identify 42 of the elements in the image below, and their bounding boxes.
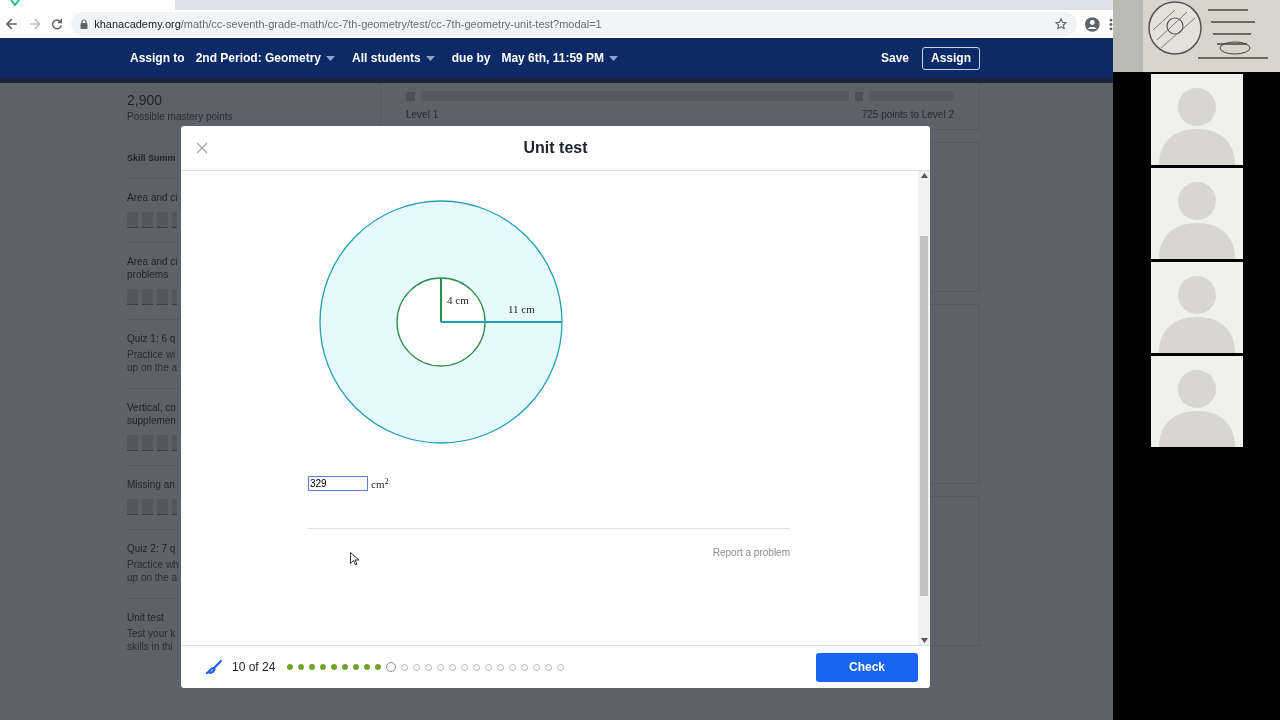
answer-field[interactable]: 329 — [308, 476, 368, 491]
url-text: khanacademy.org/math/cc-seventh-grade-math/cc-7th-geometry/test/cc-7th-geometry-unit-test?modal=1 — [94, 16, 602, 32]
save-button[interactable]: Save — [880, 49, 909, 67]
assign-label: due by — [451, 50, 491, 67]
pencil-icon — [205, 659, 223, 675]
quiz-title: Unit test — [127, 610, 165, 624]
answer-unit: cm$^{2}$ — [371, 476, 389, 492]
assign-dropdown[interactable]: 2nd Period: Geometry — [195, 49, 336, 67]
scroll-up-icon[interactable] — [920, 173, 928, 178]
back-icon[interactable] — [6, 18, 18, 30]
mastery-bars-icon — [127, 498, 177, 515]
report-problem-link[interactable]: Report a problem — [712, 544, 790, 560]
assign-button[interactable]: Assign — [922, 46, 980, 70]
reload-icon[interactable] — [51, 18, 64, 30]
mastery-points-value: 2,900 — [127, 92, 163, 109]
skill-title: Missing an — [127, 477, 176, 491]
caret-icon — [609, 55, 619, 61]
caret-icon — [425, 55, 435, 61]
close-icon — [196, 142, 208, 154]
mastery-bars-icon — [127, 434, 177, 451]
menu-icon[interactable] — [1109, 17, 1113, 31]
assign-dropdown[interactable]: All students — [352, 49, 435, 67]
radius-label: 11 cm — [508, 303, 535, 315]
scrollbar[interactable] — [918, 171, 930, 645]
mastery-bars-icon — [127, 288, 177, 305]
caret-icon — [326, 55, 336, 61]
mastery-bars-icon — [127, 211, 177, 228]
radius-label: 4 cm — [447, 294, 469, 306]
account-icon[interactable] — [1085, 16, 1101, 32]
section-title: Skill Summ — [127, 152, 176, 165]
mouse-cursor-icon — [350, 552, 359, 566]
lock-icon — [80, 19, 89, 29]
address-bar[interactable]: khanacademy.org/math/cc-seventh-grade-math/cc-7th-geometry/test/cc-7th-geometry-unit-test?modal=1 — [71, 12, 1078, 36]
favicon-icon — [10, 0, 20, 6]
scrollbar-thumb[interactable] — [920, 236, 928, 596]
star-icon[interactable] — [1055, 18, 1068, 30]
assign-label: Assign to — [130, 50, 185, 67]
progress-count: 10 of 24 — [232, 659, 276, 676]
check-button[interactable]: Check — [816, 652, 918, 682]
assign-dropdown[interactable]: May 6th, 11:59 PM — [501, 49, 619, 67]
dialog-title: Unit test — [523, 138, 588, 158]
scroll-down-icon[interactable] — [920, 638, 928, 643]
